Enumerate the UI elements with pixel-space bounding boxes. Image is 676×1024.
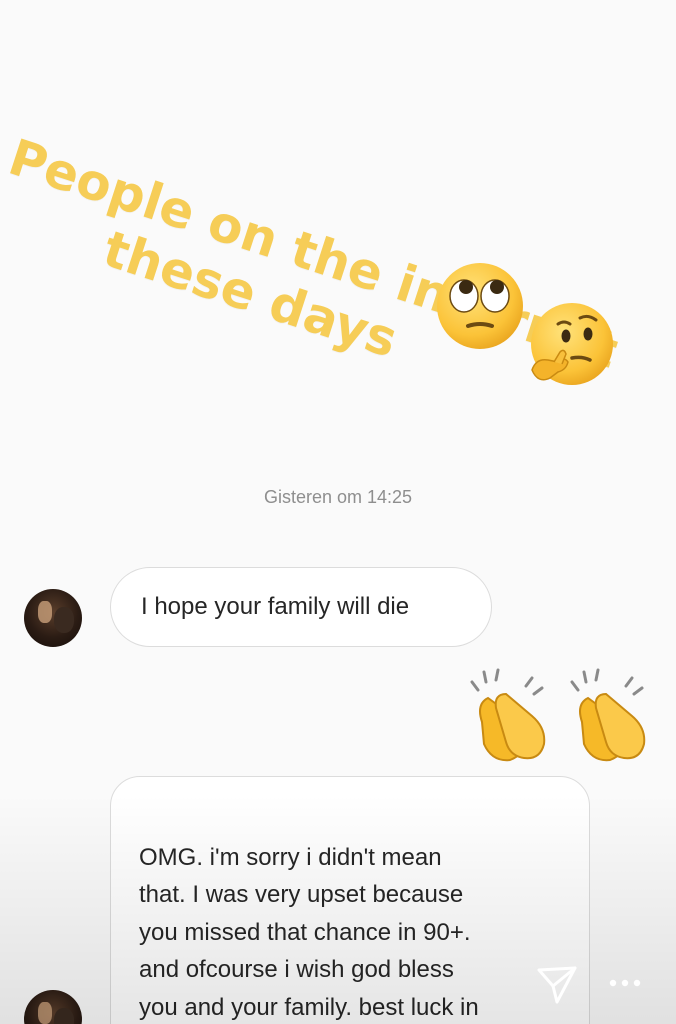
clapping-hands-emoji-icon[interactable]	[462, 664, 558, 764]
rolling-eyes-emoji-icon	[437, 263, 523, 349]
message-text: OMG. i'm sorry i didn't mean that. I was…	[139, 843, 479, 1021]
chat-timestamp: Gisteren om 14:25	[263, 487, 413, 507]
send-paper-plane-icon[interactable]	[533, 960, 581, 1008]
received-message-bubble[interactable]: OMG. i'm sorry i didn't mean that. I was…	[110, 776, 590, 1024]
sender-avatar[interactable]	[24, 990, 82, 1024]
sender-avatar[interactable]	[24, 589, 82, 647]
thinking-face-emoji-icon	[531, 303, 613, 385]
more-options-icon[interactable]	[603, 968, 647, 998]
story-screen: People on the internet these days Gister…	[0, 0, 676, 1024]
message-text: I hope your family will die	[141, 593, 410, 620]
clapping-hands-emoji-icon[interactable]	[562, 664, 658, 764]
received-message-bubble[interactable]: I hope your family will die	[110, 567, 492, 647]
